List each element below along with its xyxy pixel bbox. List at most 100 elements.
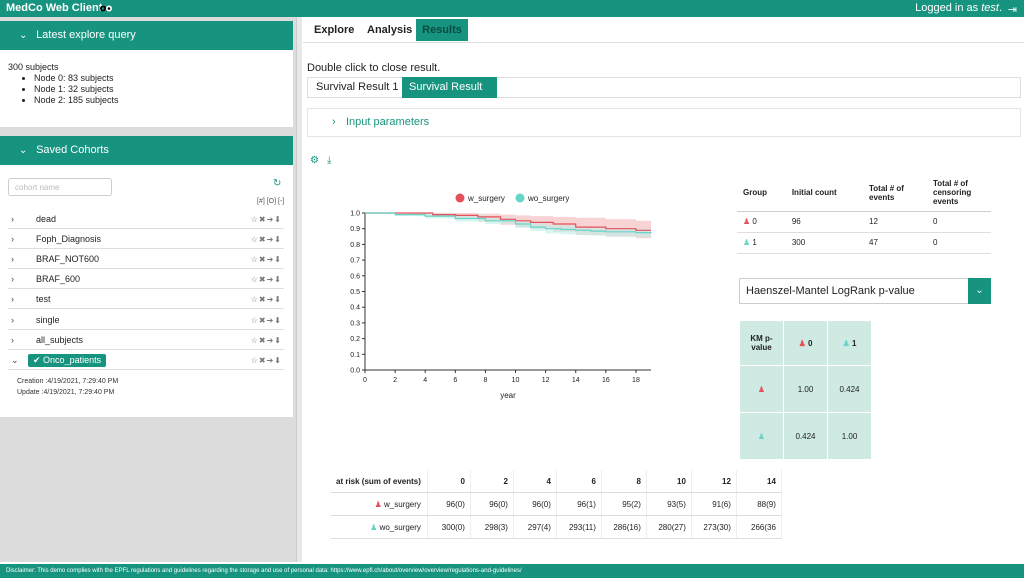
chevron-right-icon[interactable]: ›: [11, 230, 14, 249]
risk-header: at risk (sum of events): [331, 470, 428, 493]
explore-query-body: 300 subjects Node 0: 83 subjects Node 1:…: [0, 50, 293, 127]
users-icon: ♟: [370, 522, 378, 532]
cohort-name[interactable]: test: [36, 290, 51, 309]
risk-cell: 266(36: [736, 515, 782, 539]
cohort-name[interactable]: dead: [36, 210, 56, 229]
cohort-row[interactable]: › Foph_Diagnosis ☆✖➔⬇: [8, 230, 284, 249]
explore-query-panel: ⌄ Latest explore query 300 subjects Node…: [0, 21, 293, 127]
chevron-down-icon[interactable]: ⌄: [11, 351, 19, 370]
chevron-right-icon[interactable]: ›: [11, 250, 14, 269]
risk-time: 8: [601, 470, 647, 493]
disclaimer-footer: Disclaimer: This demo complies with the …: [0, 564, 1024, 578]
cohort-name[interactable]: BRAF_NOT600: [36, 250, 99, 269]
chevron-right-icon[interactable]: ›: [11, 331, 14, 350]
x-axis-label: year: [500, 391, 516, 400]
cohort-name[interactable]: all_subjects: [36, 331, 83, 350]
sort-icons[interactable]: [#] [O] [-]: [257, 198, 284, 205]
users-icon: ♟: [757, 431, 766, 441]
cohort-actions[interactable]: ☆✖➔⬇: [251, 290, 282, 309]
x-tick-label: 12: [542, 377, 550, 384]
x-tick-label: 6: [453, 377, 457, 384]
chevron-down-icon[interactable]: ⌄: [968, 278, 991, 304]
cohort-row[interactable]: › dead ☆✖➔⬇: [8, 210, 284, 229]
cohort-actions[interactable]: ☆✖➔⬇: [251, 331, 282, 350]
km-row-header: ♟: [739, 365, 784, 413]
risk-row-name: wo_surgery: [379, 522, 421, 532]
test-select[interactable]: Haenszel-Mantel LogRank p-value: [739, 278, 991, 304]
cohort-actions[interactable]: ☆✖➔⬇: [251, 230, 282, 249]
chevron-right-icon[interactable]: ›: [11, 270, 14, 289]
y-tick-label: 0.4: [350, 305, 360, 312]
risk-cell: 96(1): [556, 492, 602, 516]
risk-row-label: ♟ w_surgery: [331, 492, 428, 516]
logo-icon: [100, 5, 112, 12]
users-icon: ♟: [757, 384, 766, 394]
cohort-actions[interactable]: ☆✖➔⬇: [251, 250, 282, 269]
explore-query-header[interactable]: ⌄ Latest explore query: [0, 21, 293, 50]
sign-out-icon[interactable]: ⇥: [1008, 3, 1017, 16]
refresh-icon[interactable]: ↻: [273, 178, 281, 189]
cohort-name-input[interactable]: cohort name: [8, 178, 112, 196]
users-icon: ♟: [374, 499, 382, 509]
y-tick-label: 0.9: [350, 226, 360, 233]
cohort-actions[interactable]: ☆✖➔⬇: [251, 270, 282, 289]
cohort-row[interactable]: › BRAF_NOT600 ☆✖➔⬇: [8, 250, 284, 269]
cohort-actions[interactable]: ☆✖➔⬇: [251, 351, 282, 370]
x-tick-label: 0: [363, 377, 367, 384]
cohort-name[interactable]: single: [36, 311, 60, 330]
cohort-creation-date: Creation :4/19/2021, 7:29:40 PM: [17, 378, 119, 385]
y-tick-label: 0.6: [350, 273, 360, 280]
pane-divider[interactable]: [296, 17, 302, 562]
cohort-name[interactable]: Foph_Diagnosis: [36, 230, 101, 249]
y-tick-label: 0.5: [350, 289, 360, 296]
tab-survival-result-2[interactable]: Survival Result 2: [402, 77, 497, 114]
top-bar: MedCo Web Client Logged in as test. ⇥: [0, 0, 1024, 17]
x-tick-label: 14: [572, 377, 580, 384]
tab-explore[interactable]: Explore: [308, 19, 360, 41]
logged-in-label: Logged in as: [915, 2, 979, 14]
cohort-row[interactable]: › single ☆✖➔⬇: [8, 311, 284, 330]
cohort-row-selected[interactable]: ⌄ ✔ Onco_patients ☆✖➔⬇: [8, 351, 284, 370]
tab-results[interactable]: Results: [416, 19, 468, 41]
query-node: Node 1: 32 subjects: [34, 84, 285, 95]
chevron-right-icon[interactable]: ›: [11, 311, 14, 330]
risk-cell: 273(30): [691, 515, 737, 539]
y-tick-label: 0.1: [350, 352, 360, 359]
risk-time: 10: [646, 470, 692, 493]
group-row: ♟ 1 300 47 0: [737, 232, 991, 254]
saved-cohorts-header[interactable]: ⌄ Saved Cohorts: [0, 136, 293, 165]
y-tick-label: 0.7: [350, 258, 360, 265]
download-icon[interactable]: ⤓: [327, 155, 331, 166]
risk-cell: 280(27): [646, 515, 692, 539]
y-tick-label: 0.8: [350, 242, 360, 249]
query-node-list: Node 0: 83 subjects Node 1: 32 subjects …: [8, 73, 285, 106]
x-tick-label: 18: [632, 377, 640, 384]
tab-analysis[interactable]: Analysis: [361, 19, 418, 41]
selected-cohort-tag[interactable]: ✔ Onco_patients: [28, 354, 107, 367]
chevron-down-icon: ⌄: [19, 145, 28, 156]
initial-count: 300: [785, 232, 863, 254]
cohort-row[interactable]: › test ☆✖➔⬇: [8, 290, 284, 309]
events-count: 12: [863, 211, 927, 233]
risk-time: 6: [556, 470, 602, 493]
username: test: [981, 2, 999, 14]
input-parameters-toggle[interactable]: › Input parameters: [307, 108, 1021, 137]
cohort-row[interactable]: › all_subjects ☆✖➔⬇: [8, 331, 284, 350]
tab-survival-result-1[interactable]: Survival Result 1: [309, 77, 406, 98]
chevron-right-icon[interactable]: ›: [11, 290, 14, 309]
risk-row: ♟ w_surgery 96(0) 96(0) 96(0) 96(1) 95(2…: [331, 492, 782, 516]
cohort-actions[interactable]: ☆✖➔⬇: [251, 311, 282, 330]
risk-cell: 298(3): [470, 515, 514, 539]
query-node: Node 2: 185 subjects: [34, 95, 285, 106]
chevron-right-icon[interactable]: ›: [11, 210, 14, 229]
cohort-actions[interactable]: ☆✖➔⬇: [251, 210, 282, 229]
legend-label: wo_surgery: [527, 194, 569, 203]
x-tick-label: 2: [393, 377, 397, 384]
group-cell: ♟ 1: [737, 232, 786, 254]
group-cell: ♟ 0: [737, 211, 786, 233]
chevron-right-icon: ›: [332, 116, 336, 128]
cohort-row[interactable]: › BRAF_600 ☆✖➔⬇: [8, 270, 284, 289]
gear-icon[interactable]: ⚙: [310, 155, 319, 166]
y-tick-label: 0.2: [350, 336, 360, 343]
cohort-name[interactable]: BRAF_600: [36, 270, 80, 289]
